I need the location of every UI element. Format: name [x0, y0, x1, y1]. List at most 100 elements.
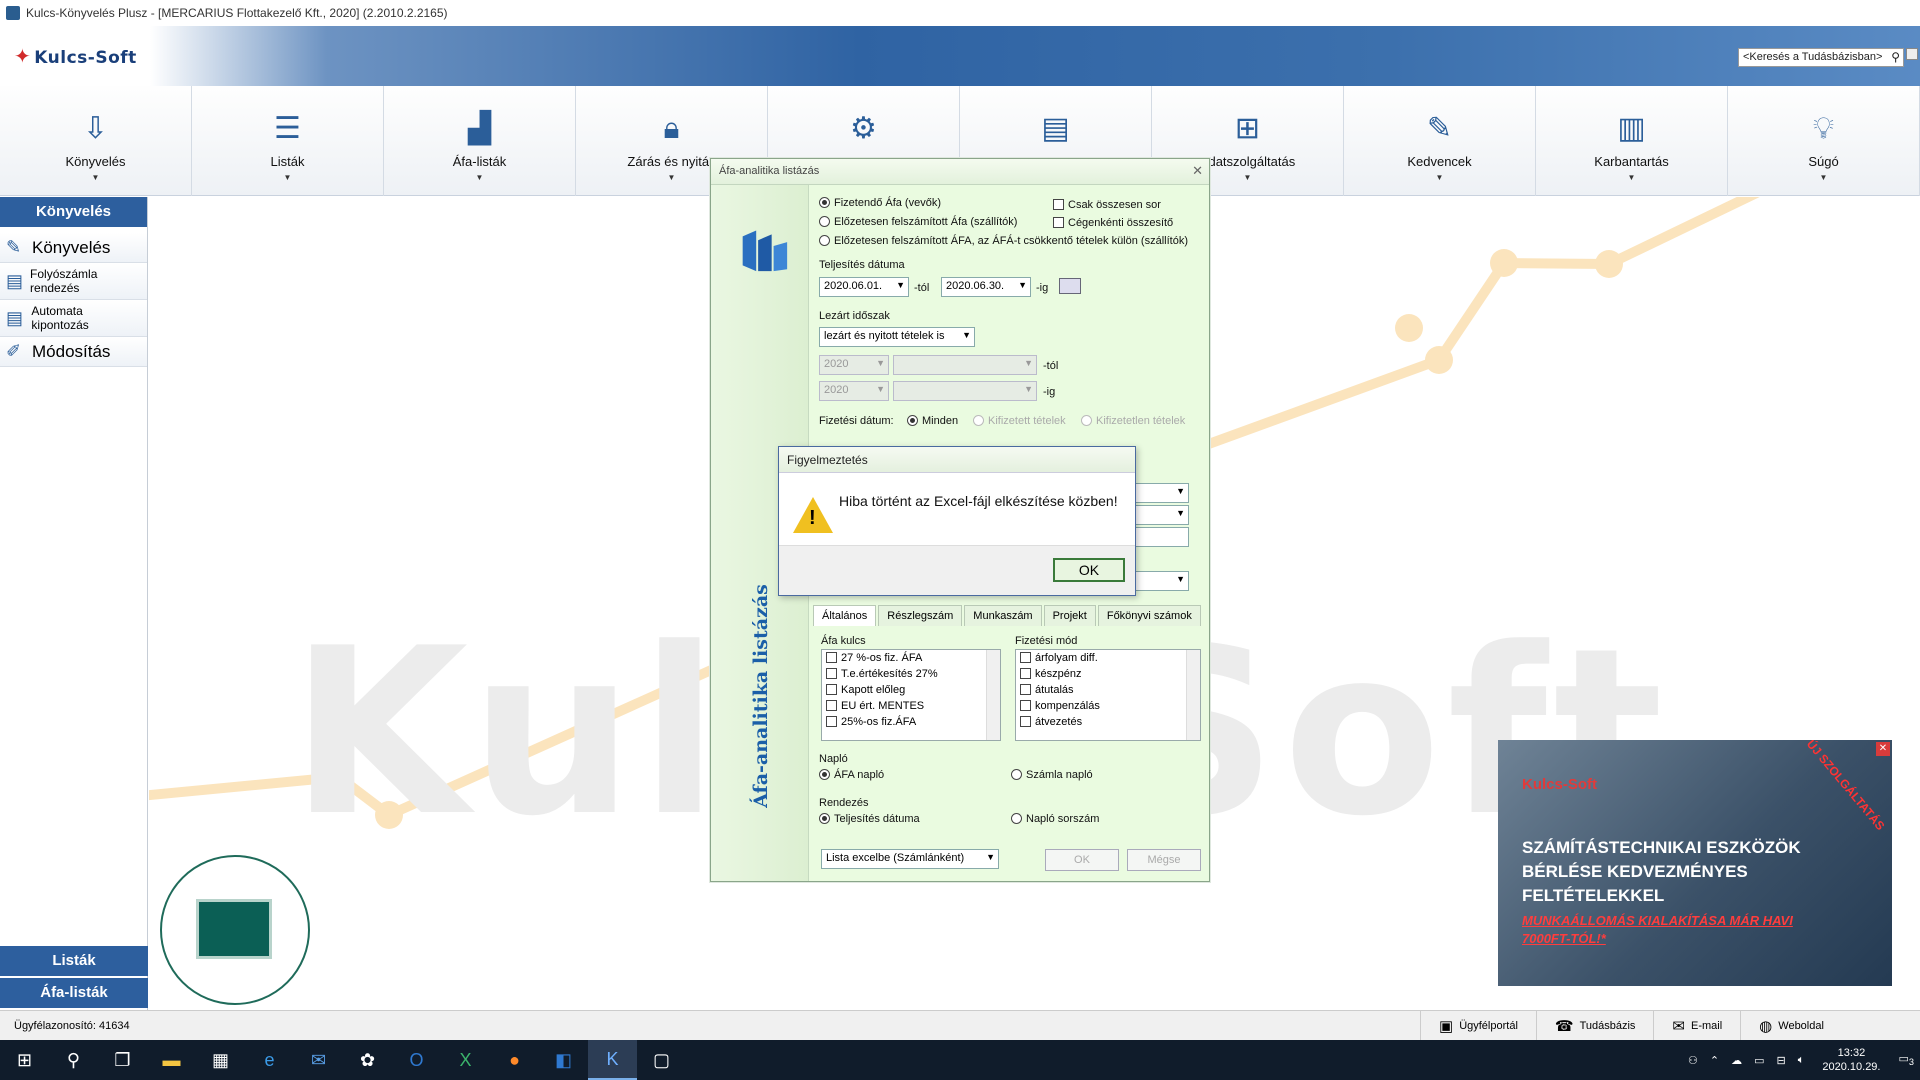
- check-csak-osszesen[interactable]: Csak összesen sor: [1053, 199, 1161, 211]
- link-weboldal[interactable]: ◍ Weboldal: [1740, 1010, 1842, 1041]
- sidebar-header[interactable]: Könyvelés: [0, 197, 147, 227]
- sidebar-item-kipontozas[interactable]: ▤ Automata kipontozás: [0, 300, 147, 337]
- radio-button[interactable]: [1011, 769, 1022, 780]
- banner-scroll-button[interactable]: [1906, 48, 1918, 60]
- list-item[interactable]: EU ért. MENTES: [822, 698, 1000, 714]
- battery-icon[interactable]: ▭: [1754, 1054, 1764, 1067]
- notification-icon[interactable]: ▭3: [1899, 1052, 1915, 1067]
- checkbox[interactable]: [826, 716, 837, 727]
- clock[interactable]: 13:32 2020.10.29.: [1822, 1046, 1880, 1074]
- tab-reszlegszam[interactable]: Részlegszám: [878, 605, 963, 626]
- radio-button[interactable]: [819, 769, 830, 780]
- mail-icon[interactable]: ✉: [294, 1040, 343, 1080]
- excel-icon[interactable]: X: [441, 1040, 490, 1080]
- search-icon[interactable]: ⚲: [49, 1040, 98, 1080]
- chevron-up-icon[interactable]: ⌃: [1710, 1054, 1719, 1067]
- ribbon-konyveles[interactable]: ⇩ Könyvelés ▼: [0, 86, 192, 196]
- list-item[interactable]: Kapott előleg: [822, 682, 1000, 698]
- date-from-field[interactable]: 2020.06.01. ▼: [819, 277, 909, 297]
- naplo-afa[interactable]: ÁFA napló: [819, 769, 884, 781]
- outlook2-icon[interactable]: ◧: [539, 1040, 588, 1080]
- app-icon[interactable]: ✿: [343, 1040, 392, 1080]
- radio-button[interactable]: [907, 415, 918, 426]
- afa-kulcs-list[interactable]: 27 %-os fiz. ÁFA T.e.értékesítés 27% Kap…: [821, 649, 1001, 741]
- store-icon[interactable]: ▦: [196, 1040, 245, 1080]
- sidebar-listak[interactable]: Listák: [0, 946, 148, 976]
- list-item[interactable]: árfolyam diff.: [1016, 650, 1200, 666]
- list-item[interactable]: átvezetés: [1016, 714, 1200, 730]
- search-icon[interactable]: ⚲: [1891, 50, 1900, 64]
- ribbon-afa-listak[interactable]: ▟ Áfa-listák ▼: [384, 86, 576, 196]
- tab-altalanos[interactable]: Általános: [813, 605, 877, 626]
- cloud-icon[interactable]: ☁: [1731, 1054, 1742, 1067]
- fizetesi-minden[interactable]: Minden: [907, 415, 958, 427]
- checkbox[interactable]: [1020, 716, 1031, 727]
- hidden-select-2[interactable]: ▼: [1131, 505, 1189, 525]
- checkbox[interactable]: [1020, 652, 1031, 663]
- ad-subline[interactable]: MUNKAÁLLOMÁS KIALAKÍTÁSA MÁR HAVI 7000FT-…: [1522, 912, 1793, 948]
- checkbox[interactable]: [1020, 668, 1031, 679]
- rendezes-naplo[interactable]: Napló sorszám: [1011, 813, 1099, 825]
- radio-elozetesen-kulon[interactable]: Előzetesen felszámított ÁFA, az ÁFÁ-t cs…: [819, 235, 1188, 247]
- dialog-ok-button[interactable]: OK: [1045, 849, 1119, 871]
- link-ugyfelportal[interactable]: ▣ Ügyfélportál: [1420, 1010, 1536, 1041]
- checkbox[interactable]: [826, 700, 837, 711]
- date-to-field[interactable]: 2020.06.30. ▼: [941, 277, 1031, 297]
- radio-button[interactable]: [819, 216, 830, 227]
- checkbox[interactable]: [826, 684, 837, 695]
- checkbox[interactable]: [826, 652, 837, 663]
- network-icon[interactable]: ⊟: [1777, 1054, 1786, 1067]
- checkbox[interactable]: [1020, 700, 1031, 711]
- checkbox[interactable]: [1053, 199, 1064, 210]
- message-ok-button[interactable]: OK: [1053, 558, 1125, 582]
- list-item[interactable]: 25%-os fiz.ÁFA: [822, 714, 1000, 730]
- check-cegenkenti[interactable]: Cégenkénti összesítő: [1053, 217, 1173, 229]
- link-email[interactable]: ✉ E-mail: [1653, 1010, 1740, 1041]
- naplo-szamla[interactable]: Számla napló: [1011, 769, 1093, 781]
- list-item[interactable]: kompenzálás: [1016, 698, 1200, 714]
- volume-icon[interactable]: 🔈︎: [1798, 1054, 1805, 1067]
- close-icon[interactable]: ✕: [1192, 163, 1203, 179]
- link-tudasbazis[interactable]: ☎ Tudásbázis: [1535, 1010, 1654, 1041]
- tab-munkaszam[interactable]: Munkaszám: [964, 605, 1042, 626]
- outlook-icon[interactable]: O: [392, 1040, 441, 1080]
- radio-elozetesen[interactable]: Előzetesen felszámított Áfa (szállítók): [819, 216, 1017, 228]
- task-view-icon[interactable]: ❐: [98, 1040, 147, 1080]
- secondary-app-icon[interactable]: ▢: [637, 1040, 686, 1080]
- radio-button[interactable]: [819, 235, 830, 246]
- file-explorer-icon[interactable]: ▬: [147, 1040, 196, 1080]
- dialog-cancel-button[interactable]: Mégse: [1127, 849, 1201, 871]
- list-scrollbar[interactable]: [1186, 650, 1200, 740]
- advertisement-panel[interactable]: ✕ Kulcs-Soft ÚJ SZOLGÁLTATÁS SZÁMÍTÁSTEC…: [1498, 740, 1892, 986]
- radio-fizetendo[interactable]: Fizetendő Áfa (vevők): [819, 197, 941, 209]
- output-select[interactable]: Lista excelbe (Számlánként) ▼: [821, 849, 999, 869]
- ribbon-sugo[interactable]: 💡︎ Súgó ▼: [1728, 86, 1920, 196]
- ribbon-listak[interactable]: ☰ Listák ▼: [192, 86, 384, 196]
- windows-start-icon[interactable]: ⊞: [0, 1040, 49, 1080]
- sidebar-item-folyoszamla[interactable]: ▤ Folyószámla rendezés: [0, 263, 147, 300]
- list-item[interactable]: készpénz: [1016, 666, 1200, 682]
- rendezes-teljesites[interactable]: Teljesítés dátuma: [819, 813, 920, 825]
- tab-fokonyvi[interactable]: Főkönyvi számok: [1097, 605, 1201, 626]
- sidebar-item-konyveles[interactable]: ✎ Könyvelés: [0, 233, 147, 263]
- ribbon-kedvencek[interactable]: ✎ Kedvencek ▼: [1344, 86, 1536, 196]
- checkbox[interactable]: [1053, 217, 1064, 228]
- list-scrollbar[interactable]: [986, 650, 1000, 740]
- radio-button[interactable]: [1011, 813, 1022, 824]
- sidebar-item-modositas[interactable]: ✐ Módosítás: [0, 337, 147, 367]
- radio-button[interactable]: [819, 813, 830, 824]
- close-icon[interactable]: ✕: [1876, 742, 1890, 756]
- calendar-icon[interactable]: [1059, 278, 1081, 294]
- radio-button[interactable]: [819, 197, 830, 208]
- hidden-select-3[interactable]: ▼: [1131, 571, 1189, 591]
- knowledge-search-input[interactable]: <Keresés a Tudásbázisban> ⚲: [1738, 48, 1904, 67]
- ribbon-karbantartas[interactable]: ▥ Karbantartás ▼: [1536, 86, 1728, 196]
- tab-projekt[interactable]: Projekt: [1043, 605, 1096, 626]
- hidden-input[interactable]: [1131, 527, 1189, 547]
- list-item[interactable]: 27 %-os fiz. ÁFA: [822, 650, 1000, 666]
- kulcs-app-icon[interactable]: K: [588, 1040, 637, 1080]
- people-icon[interactable]: ⚇: [1688, 1054, 1698, 1067]
- list-item[interactable]: T.e.értékesítés 27%: [822, 666, 1000, 682]
- fizmod-list[interactable]: árfolyam diff. készpénz átutalás kompenz…: [1015, 649, 1201, 741]
- list-item[interactable]: átutalás: [1016, 682, 1200, 698]
